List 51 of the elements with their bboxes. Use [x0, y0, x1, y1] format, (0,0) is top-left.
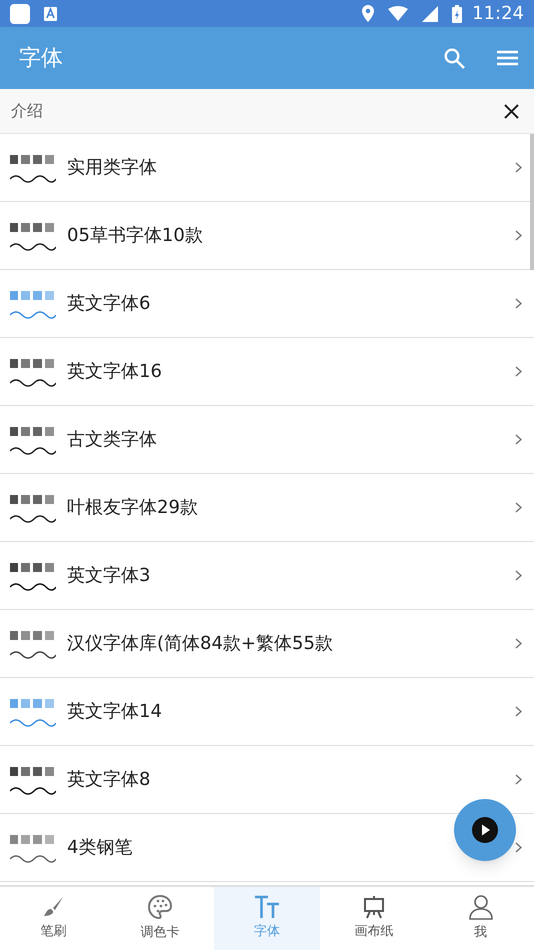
chevron-right-icon: [515, 502, 522, 513]
chevron-right-icon: [515, 706, 522, 717]
font-row[interactable]: 英文字体16: [0, 338, 534, 406]
font-row[interactable]: 汉仪字体库(简体84款+繁体55款: [0, 610, 534, 678]
font-row[interactable]: 古文类字体: [0, 406, 534, 474]
font-name: 英文字体8: [67, 768, 152, 792]
chevron-right-icon: [515, 162, 522, 173]
font-row[interactable]: 叶根友字体29款: [0, 474, 534, 542]
chevron-right-icon: [515, 366, 522, 377]
chevron-right-icon: [515, 774, 522, 785]
status-time: 11:24: [472, 2, 524, 26]
keyboard-notification-icon: [44, 6, 57, 20]
font-name: 4类钢笔: [67, 836, 134, 860]
font-row[interactable]: 05草书字体10款: [0, 202, 534, 270]
signal-icon: [422, 6, 438, 22]
battery-icon: [452, 4, 462, 22]
close-icon: [504, 104, 518, 118]
chevron-right-icon: [515, 434, 522, 445]
font-name: 英文字体16: [67, 360, 163, 384]
font-name: 英文字体3: [67, 564, 152, 588]
font-row[interactable]: 英文字体6: [0, 270, 534, 338]
font-row[interactable]: 英文字体14: [0, 678, 534, 746]
play-icon: [472, 817, 498, 843]
font-name: 实用类字体: [67, 156, 158, 180]
wifi-icon: [388, 6, 408, 21]
location-icon: [362, 5, 374, 22]
search-button[interactable]: [442, 46, 466, 70]
font-row[interactable]: 实用类字体: [0, 134, 534, 202]
menu-icon: [496, 50, 518, 66]
font-name: 叶根友字体29款: [67, 496, 199, 520]
font-name: 英文字体6: [67, 292, 152, 316]
palette-icon: [147, 894, 174, 920]
text-size-icon: [254, 895, 280, 920]
app-bar-title: 字体: [19, 44, 64, 72]
font-name: 05草书字体10款: [67, 224, 204, 248]
search-field[interactable]: 介绍: [0, 89, 534, 134]
clear-button[interactable]: [502, 102, 520, 120]
chevron-right-icon: [515, 570, 522, 581]
easel-icon: [362, 895, 386, 920]
font-row[interactable]: 英文字体3: [0, 542, 534, 610]
chevron-right-icon: [515, 230, 522, 241]
font-name: 汉仪字体库(简体84款+繁体55款: [67, 632, 334, 656]
chevron-right-icon: [515, 638, 522, 649]
app-notification-icon: [10, 4, 30, 24]
search-icon: [444, 48, 464, 68]
font-name: 英文字体14: [67, 700, 163, 724]
chevron-right-icon: [515, 842, 522, 853]
font-name: 古文类字体: [67, 428, 158, 452]
person-icon: [468, 894, 494, 920]
chevron-right-icon: [515, 298, 522, 309]
search-input[interactable]: 介绍: [11, 99, 502, 123]
